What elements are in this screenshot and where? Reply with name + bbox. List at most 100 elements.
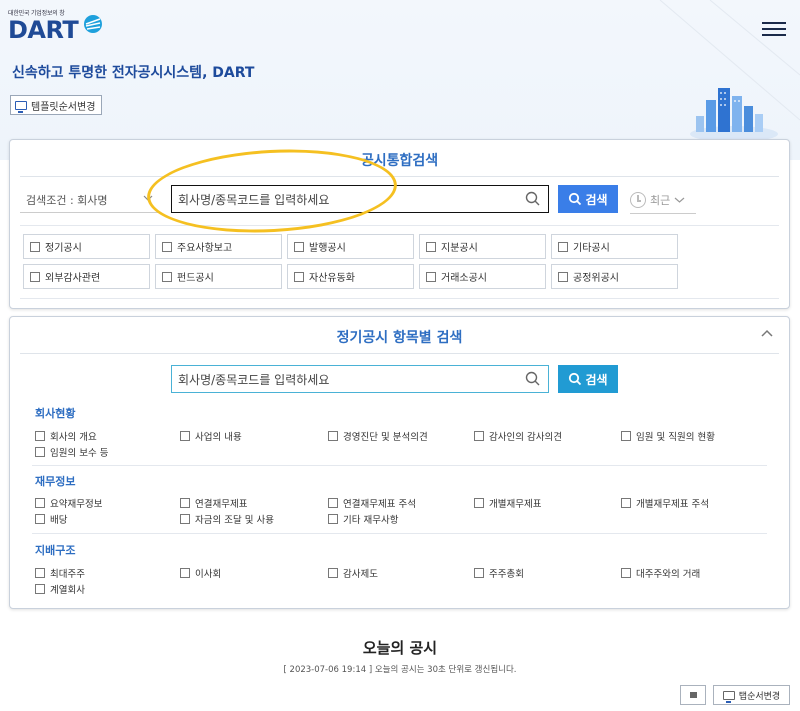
city-illustration-icon	[690, 88, 778, 142]
divider	[20, 298, 779, 299]
checkbox-icon	[474, 431, 484, 441]
item-checkbox[interactable]: 경영진단 및 분석의견	[328, 429, 428, 443]
item-checkbox[interactable]: 배당	[35, 512, 67, 526]
section-title-governance: 지배구조	[35, 544, 76, 557]
item-checkbox[interactable]: 기타 재무사항	[328, 512, 398, 526]
category-checkbox[interactable]: 발행공시	[287, 234, 414, 259]
item-checkbox[interactable]: 자금의 조달 및 사용	[180, 512, 274, 526]
checkbox-icon	[558, 271, 568, 282]
checkbox-icon	[426, 271, 436, 282]
checkbox-icon	[35, 498, 45, 508]
category-checkbox[interactable]: 외부감사관련	[23, 264, 150, 289]
item-checkbox[interactable]: 개별재무제표 주석	[621, 496, 709, 510]
item-label: 대주주와의 거래	[636, 569, 701, 580]
checkbox-icon	[474, 498, 484, 508]
section-divider	[32, 533, 767, 534]
item-label: 개별재무제표	[489, 499, 542, 510]
search-icon[interactable]	[524, 370, 542, 388]
section-title-company: 회사현황	[35, 407, 76, 420]
item-checkbox[interactable]: 개별재무제표	[474, 496, 541, 510]
integrated-search-input[interactable]: 회사명/종목코드를 입력하세요	[171, 185, 549, 213]
item-label: 감사인의 감사의견	[489, 432, 562, 443]
item-label: 회사의 개요	[50, 432, 97, 443]
item-checkbox[interactable]: 사업의 내용	[180, 429, 242, 443]
checkbox-icon	[294, 271, 304, 282]
header: 대한민국 기업정보의 창 DART	[0, 0, 800, 60]
checkbox-icon	[35, 514, 45, 524]
condition-underline	[20, 212, 158, 213]
chevron-down-icon	[674, 197, 685, 203]
item-checkbox[interactable]: 임원 및 직원의 현황	[621, 429, 715, 443]
dart-logo[interactable]: 대한민국 기업정보의 창 DART	[8, 8, 108, 44]
periodic-search-title: 정기공시 항목별 검색	[336, 330, 463, 346]
periodic-search-input[interactable]: 회사명/종목코드를 입력하세요	[171, 365, 549, 393]
item-checkbox[interactable]: 최대주주	[35, 566, 85, 580]
item-checkbox[interactable]: 임원의 보수 등	[35, 445, 108, 459]
category-label: 외부감사관련	[45, 273, 101, 284]
category-label: 공정위공시	[573, 273, 619, 284]
recent-label: 최근	[650, 194, 671, 207]
item-checkbox[interactable]: 연결재무제표	[180, 496, 247, 510]
monitor-icon	[722, 690, 735, 703]
checkbox-icon	[180, 498, 190, 508]
item-label: 자금의 조달 및 사용	[195, 515, 274, 526]
item-checkbox[interactable]: 계열회사	[35, 582, 85, 596]
category-checkbox[interactable]: 지분공시	[419, 234, 546, 259]
search-icon[interactable]	[524, 190, 542, 208]
grid-view-button[interactable]	[680, 685, 706, 705]
chevron-up-icon[interactable]	[759, 325, 775, 341]
category-checkbox[interactable]: 자산유동화	[287, 264, 414, 289]
checkbox-icon	[621, 431, 631, 441]
category-checkbox[interactable]: 기타공시	[551, 234, 678, 259]
item-checkbox[interactable]: 이사회	[180, 566, 221, 580]
title-divider	[20, 176, 779, 177]
category-label: 발행공시	[309, 243, 346, 254]
category-checkbox[interactable]: 공정위공시	[551, 264, 678, 289]
checkbox-icon	[328, 431, 338, 441]
checkbox-icon	[35, 584, 45, 594]
checkbox-icon	[162, 271, 172, 282]
category-label: 자산유동화	[309, 273, 355, 284]
checkbox-icon	[30, 271, 40, 282]
checkbox-icon	[162, 241, 172, 252]
periodic-search-panel: 정기공시 항목별 검색 회사명/종목코드를 입력하세요 검색 회사현황 회사의 …	[9, 316, 790, 609]
category-checkbox[interactable]: 정기공시	[23, 234, 150, 259]
tab-order-button[interactable]: 탭순서변경	[713, 685, 790, 705]
category-label: 주요사항보고	[177, 243, 233, 254]
integrated-search-button[interactable]: 검색	[558, 185, 618, 213]
item-label: 임원 및 직원의 현황	[636, 432, 715, 443]
category-checkbox[interactable]: 거래소공시	[419, 264, 546, 289]
item-label: 연결재무제표	[195, 499, 248, 510]
checkbox-icon	[621, 498, 631, 508]
checkbox-icon	[328, 568, 338, 578]
recent-search-dropdown[interactable]: 최근	[630, 187, 696, 213]
category-label: 지분공시	[441, 243, 478, 254]
clock-icon	[630, 192, 646, 208]
chevron-down-icon[interactable]	[143, 194, 153, 202]
item-checkbox[interactable]: 감사제도	[328, 566, 378, 580]
title-divider	[20, 353, 779, 354]
integrated-search-panel: 공시통합검색 검색조건 : 회사명 회사명/종목코드를 입력하세요 검색 최근 …	[9, 139, 790, 309]
category-label: 기타공시	[573, 243, 610, 254]
item-label: 최대주주	[50, 569, 85, 580]
item-label: 사업의 내용	[195, 432, 242, 443]
item-checkbox[interactable]: 주주총회	[474, 566, 524, 580]
item-checkbox[interactable]: 감사인의 감사의견	[474, 429, 562, 443]
item-checkbox[interactable]: 연결재무제표 주석	[328, 496, 416, 510]
checkbox-icon	[35, 568, 45, 578]
logo-mark-icon	[84, 15, 102, 33]
item-label: 기타 재무사항	[343, 515, 399, 526]
item-checkbox[interactable]: 대주주와의 거래	[621, 566, 700, 580]
template-order-button[interactable]: 템플릿순서변경	[10, 95, 103, 115]
search-condition-select[interactable]: 검색조건 : 회사명	[26, 192, 108, 208]
search-icon	[569, 192, 582, 206]
recent-underline	[630, 213, 696, 214]
periodic-search-button[interactable]: 검색	[558, 365, 618, 393]
category-checkbox[interactable]: 펀드공시	[155, 264, 282, 289]
category-checkbox[interactable]: 주요사항보고	[155, 234, 282, 259]
item-checkbox[interactable]: 회사의 개요	[35, 429, 97, 443]
item-checkbox[interactable]: 요약재무정보	[35, 496, 102, 510]
tab-order-label: 탭순서변경	[738, 691, 781, 702]
hamburger-icon[interactable]	[762, 22, 786, 38]
monitor-icon	[15, 100, 27, 113]
